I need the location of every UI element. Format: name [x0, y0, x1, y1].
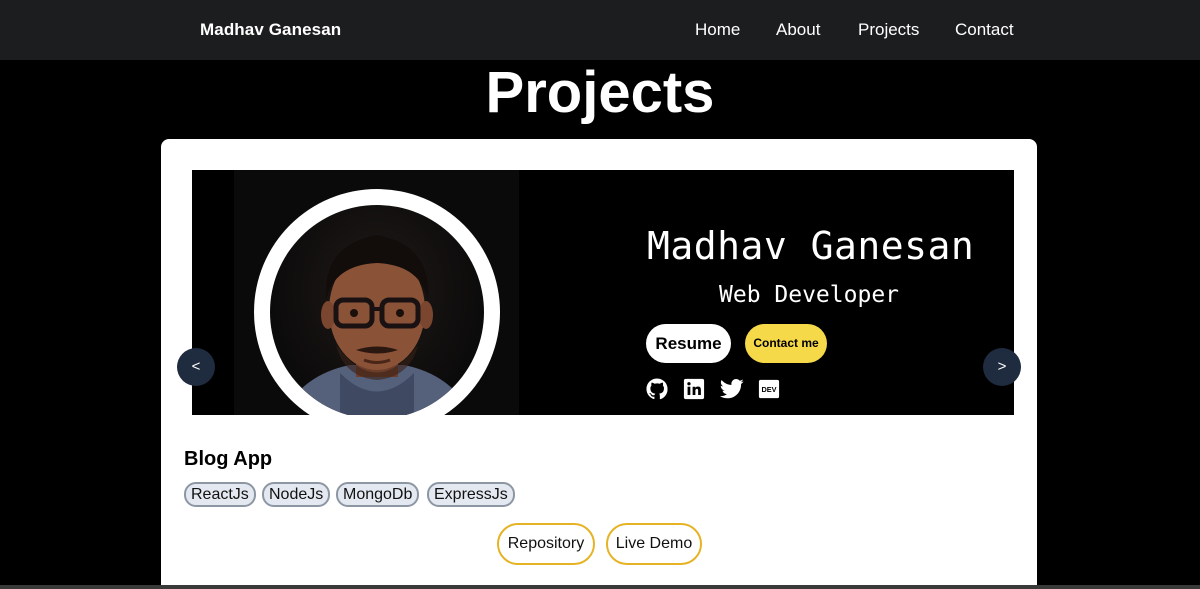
tag-mongodb: MongoDb — [336, 482, 420, 507]
avatar-portrait-icon — [282, 235, 472, 415]
nav-link-about[interactable]: About — [776, 20, 820, 40]
tag-nodejs: NodeJs — [262, 482, 331, 507]
resume-button[interactable]: Resume — [646, 324, 731, 363]
carousel-next-button[interactable]: > — [983, 348, 1021, 386]
carousel-prev-button[interactable]: < — [177, 348, 215, 386]
nav-links: Home About Projects Contact — [0, 20, 1200, 42]
live-demo-button[interactable]: Live Demo — [606, 523, 702, 565]
nav-link-contact[interactable]: Contact — [955, 20, 1014, 40]
slide-name: Madhav Ganesan — [647, 224, 975, 268]
github-icon[interactable] — [646, 378, 668, 400]
dev-icon[interactable]: DEV — [758, 378, 780, 400]
navbar: Madhav Ganesan Home About Projects Conta… — [0, 0, 1200, 60]
dev-badge-text: DEV — [761, 385, 776, 394]
tag-expressjs: ExpressJs — [427, 482, 515, 507]
linkedin-icon[interactable] — [683, 378, 705, 400]
repository-button[interactable]: Repository — [497, 523, 595, 565]
page-title: Projects — [485, 60, 715, 125]
avatar — [270, 205, 484, 415]
tag-reactjs: ReactJs — [184, 482, 256, 507]
contact-me-button[interactable]: Contact me — [745, 324, 827, 363]
window-bottom-edge — [0, 585, 1200, 589]
slide-role: Web Developer — [719, 282, 900, 308]
project-title: Blog App — [184, 448, 273, 470]
project-card: Madhav Ganesan Web Developer Resume Cont… — [161, 139, 1037, 589]
twitter-icon[interactable] — [720, 378, 744, 400]
nav-link-home[interactable]: Home — [695, 20, 740, 40]
carousel-slide: Madhav Ganesan Web Developer Resume Cont… — [192, 170, 1014, 415]
nav-link-projects[interactable]: Projects — [858, 20, 919, 40]
